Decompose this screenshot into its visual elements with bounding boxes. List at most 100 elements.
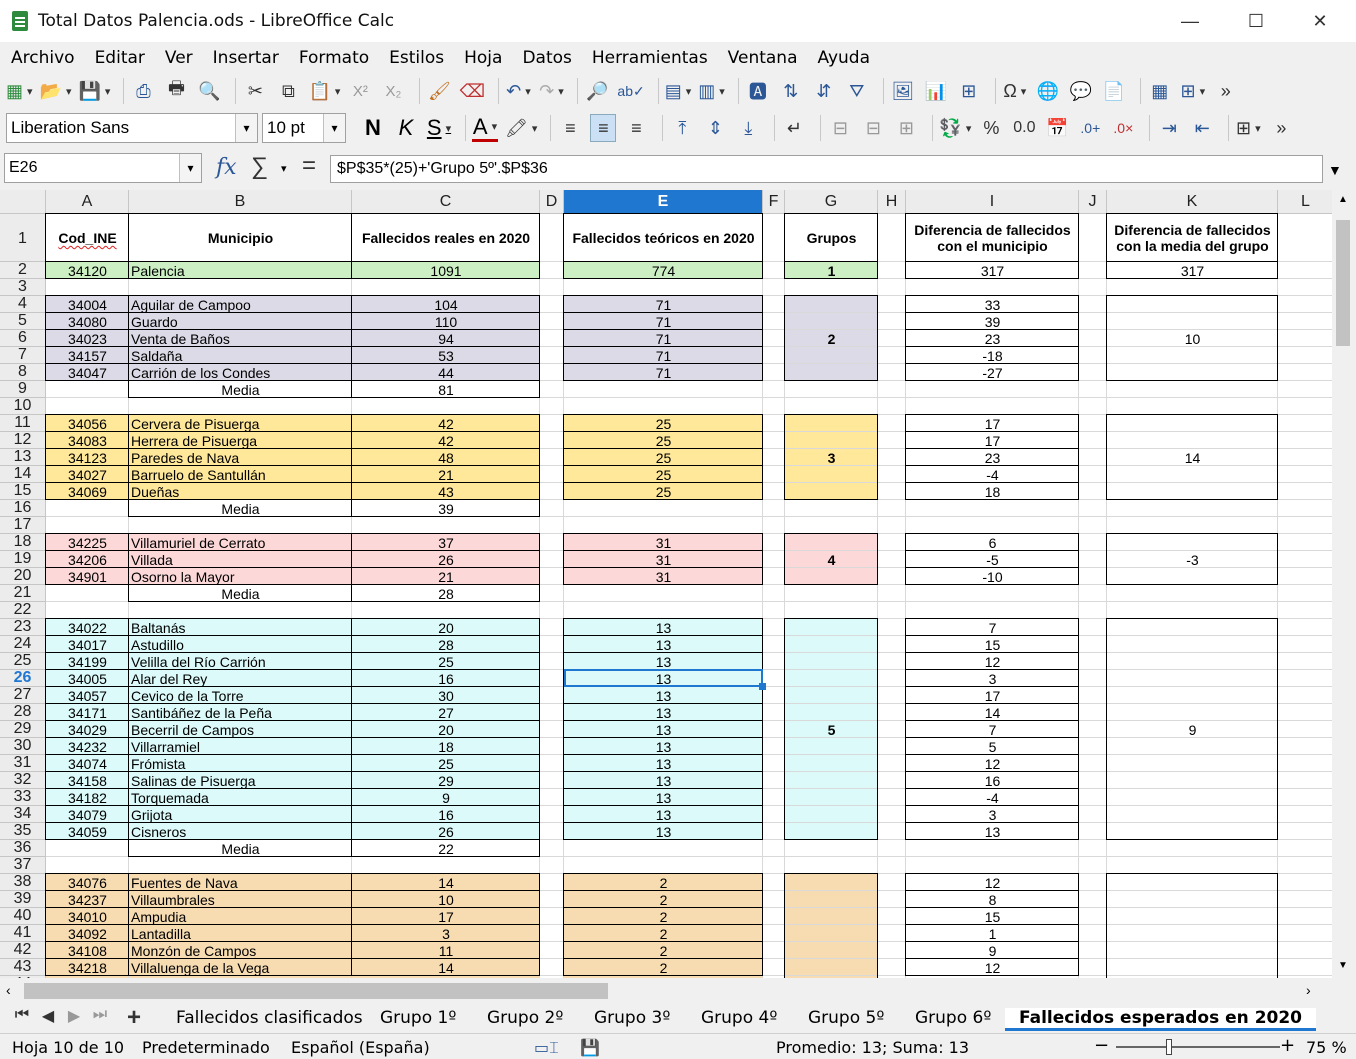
copy-icon[interactable]: ⧉	[275, 77, 301, 105]
autofilter-icon[interactable]: ⛛	[844, 77, 870, 105]
row-header[interactable]: 40	[0, 908, 46, 925]
column-header-b[interactable]: B	[129, 190, 352, 214]
menu-ayuda[interactable]: Ayuda	[818, 48, 871, 68]
new-document-icon[interactable]: ▦	[6, 77, 33, 105]
zoom-in-icon[interactable]: +	[1280, 1035, 1295, 1056]
row-header[interactable]: 25	[0, 653, 46, 670]
tab-fallecidos-clasificados[interactable]: Fallecidos clasificados	[176, 1008, 363, 1028]
special-character-icon[interactable]: Ω	[1002, 77, 1028, 105]
add-decimal-icon[interactable]: .0+	[1077, 114, 1103, 142]
freeze-rows-icon[interactable]: ▦	[1147, 77, 1173, 105]
toolbar-overflow-icon[interactable]: »	[1213, 77, 1239, 105]
document-modified-icon[interactable]: 💾	[580, 1038, 600, 1057]
menu-datos[interactable]: Datos	[522, 48, 571, 68]
row-icon[interactable]: ▤	[665, 77, 692, 105]
merge-cells-icon[interactable]: ⊟	[860, 114, 886, 142]
row-header[interactable]: 32	[0, 772, 46, 789]
formula-input[interactable]: $P$35*(25)+'Grupo 5º'.$P$36	[330, 155, 1323, 183]
row-header[interactable]: 16	[0, 500, 46, 517]
hyperlink-icon[interactable]: 🌐	[1035, 77, 1061, 105]
vertical-scrollbar[interactable]: ▲ ▼	[1332, 190, 1356, 978]
row-header[interactable]: 17	[0, 517, 46, 534]
toolbar-overflow-icon[interactable]: »	[1268, 114, 1294, 142]
unmerge-cells-icon[interactable]: ⊞	[893, 114, 919, 142]
align-left-icon[interactable]: ≡	[557, 114, 583, 142]
delete-decimal-icon[interactable]: .0×	[1110, 114, 1136, 142]
scroll-down-icon[interactable]: ▼	[1338, 960, 1348, 971]
formula-equals-icon[interactable]: =	[302, 152, 316, 180]
row-header[interactable]: 18	[0, 534, 46, 551]
language-status[interactable]: Español (España)	[291, 1038, 430, 1057]
column-header-h[interactable]: H	[878, 190, 906, 214]
scroll-left-icon[interactable]: ‹	[6, 982, 11, 998]
column-header-l[interactable]: L	[1278, 190, 1332, 214]
insert-chart-icon[interactable]: 📊	[923, 77, 949, 105]
redo-icon[interactable]: ↷	[538, 77, 564, 105]
zoom-slider-handle[interactable]	[1166, 1039, 1172, 1055]
sort-ascending-icon[interactable]: ⇅	[778, 77, 804, 105]
tab-fallecidos-esperados[interactable]: Fallecidos esperados en 2020	[1005, 1008, 1317, 1031]
row-header[interactable]: 30	[0, 738, 46, 755]
row-header[interactable]: 19	[0, 551, 46, 568]
row-header[interactable]: 12	[0, 432, 46, 449]
find-replace-icon[interactable]: 🔎	[584, 77, 610, 105]
font-name-box[interactable]: Liberation Sans ▾	[6, 113, 258, 143]
row-header[interactable]: 4	[0, 296, 46, 313]
first-sheet-icon[interactable]: ⏮	[10, 1006, 34, 1024]
row-header[interactable]: 5	[0, 313, 46, 330]
menu-estilos[interactable]: Estilos	[389, 48, 444, 68]
font-size-box[interactable]: 10 pt ▾	[262, 113, 346, 143]
chevron-down-icon[interactable]: ▾	[235, 114, 257, 142]
date-format-icon[interactable]: 📅	[1044, 114, 1070, 142]
undo-icon[interactable]: ↶	[505, 77, 531, 105]
row-header[interactable]: 28	[0, 704, 46, 721]
row-header[interactable]: 37	[0, 857, 46, 874]
horizontal-scrollbar[interactable]: ‹ ›	[0, 978, 1356, 1004]
sort-descending-icon[interactable]: ⇵	[811, 77, 837, 105]
highlight-icon[interactable]: 🖍	[505, 114, 537, 142]
column-header-f[interactable]: F	[763, 190, 785, 214]
clear-formatting-icon[interactable]: ⌫	[459, 77, 485, 105]
align-center-icon[interactable]: ≡	[590, 114, 617, 142]
merge-center-icon[interactable]: ⊟	[827, 114, 853, 142]
row-header[interactable]: 29	[0, 721, 46, 738]
comment-icon[interactable]: 💬	[1068, 77, 1094, 105]
page-style[interactable]: Predeterminado	[142, 1038, 270, 1057]
menu-formato[interactable]: Formato	[299, 48, 369, 68]
underline-icon[interactable]: S	[426, 114, 452, 142]
export-pdf-icon[interactable]: ⎙	[130, 77, 156, 105]
italic-icon[interactable]: K	[393, 114, 419, 142]
align-right-icon[interactable]: ≡	[623, 114, 649, 142]
bold-icon[interactable]: N	[360, 114, 386, 142]
row-header[interactable]: 20	[0, 568, 46, 585]
row-header[interactable]: 41	[0, 925, 46, 942]
column-icon[interactable]: ▥	[698, 77, 725, 105]
chevron-down-icon[interactable]: ▾	[179, 154, 201, 182]
chevron-down-icon[interactable]: ▾	[281, 162, 287, 175]
align-bottom-icon[interactable]: ⤓	[735, 114, 761, 142]
row-header[interactable]: 1	[0, 214, 46, 262]
column-header-a[interactable]: A	[46, 190, 129, 214]
previous-sheet-icon[interactable]: ◀	[36, 1006, 60, 1026]
header-footer-icon[interactable]: 📄	[1101, 77, 1127, 105]
tab-grupo-5[interactable]: Grupo 5º	[808, 1008, 884, 1028]
next-sheet-icon[interactable]: ▶	[62, 1006, 86, 1026]
function-wizard-icon[interactable]: fx	[216, 155, 237, 180]
percent-format-icon[interactable]: %	[978, 114, 1004, 142]
insert-image-icon[interactable]: 🖼	[890, 77, 916, 105]
row-header[interactable]: 43	[0, 959, 46, 976]
wrap-text-icon[interactable]: ↵	[781, 114, 807, 142]
number-format-icon[interactable]: 0.0	[1011, 114, 1037, 142]
select-all-corner[interactable]	[0, 190, 46, 214]
paste-icon[interactable]: 📋	[308, 77, 340, 105]
menu-hoja[interactable]: Hoja	[464, 48, 502, 68]
menu-archivo[interactable]: Archivo	[11, 48, 75, 68]
row-header[interactable]: 39	[0, 891, 46, 908]
row-header[interactable]: 38	[0, 874, 46, 891]
cut-icon[interactable]: ✂	[242, 77, 268, 105]
row-header[interactable]: 21	[0, 585, 46, 602]
row-header[interactable]: 35	[0, 823, 46, 840]
decrease-indent-icon[interactable]: ⇤	[1189, 114, 1215, 142]
row-header[interactable]: 31	[0, 755, 46, 772]
subscript-icon[interactable]: X₂	[380, 77, 406, 105]
